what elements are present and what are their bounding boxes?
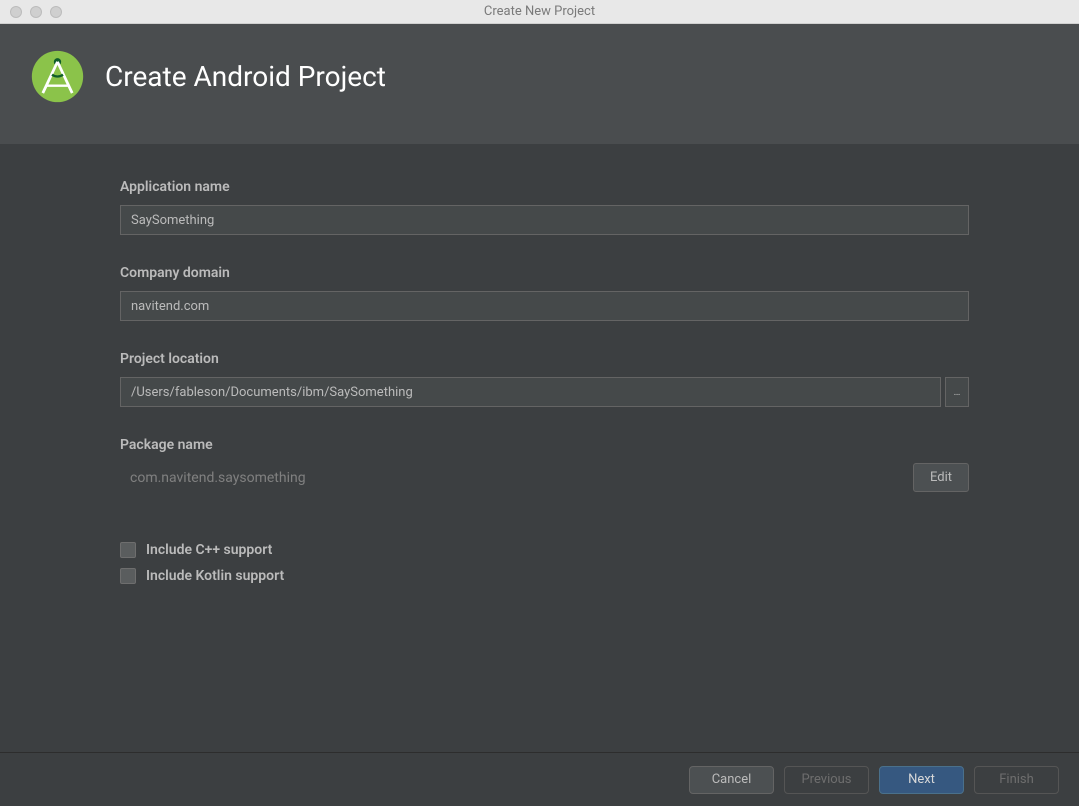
cpp-support-row: Include C++ support (120, 542, 969, 558)
company-domain-group: Company domain (120, 265, 969, 321)
page-title: Create Android Project (105, 60, 386, 93)
finish-button: Finish (974, 766, 1059, 794)
window-title: Create New Project (484, 4, 595, 19)
kotlin-support-label: Include Kotlin support (146, 568, 284, 584)
form-content: Application name Company domain Project … (0, 144, 1079, 752)
package-name-label: Package name (120, 437, 969, 453)
maximize-window-icon[interactable] (50, 6, 62, 18)
android-studio-logo-icon (30, 49, 85, 104)
package-name-value: com.navitend.saysomething (120, 470, 306, 486)
kotlin-support-row: Include Kotlin support (120, 568, 969, 584)
browse-location-button[interactable]: … (945, 377, 969, 407)
project-location-group: Project location … (120, 351, 969, 407)
application-name-group: Application name (120, 179, 969, 235)
options-group: Include C++ support Include Kotlin suppo… (120, 542, 969, 584)
wizard-footer: Cancel Previous Next Finish (0, 752, 1079, 806)
cpp-support-checkbox[interactable] (120, 542, 136, 558)
package-name-group: Package name com.navitend.saysomething E… (120, 437, 969, 492)
close-window-icon[interactable] (10, 6, 22, 18)
project-location-label: Project location (120, 351, 969, 367)
project-location-input[interactable] (120, 377, 941, 407)
window-controls (0, 6, 62, 18)
minimize-window-icon[interactable] (30, 6, 42, 18)
next-button[interactable]: Next (879, 766, 964, 794)
application-name-input[interactable] (120, 205, 969, 235)
previous-button: Previous (784, 766, 869, 794)
edit-package-button[interactable]: Edit (913, 463, 969, 492)
wizard-header: Create Android Project (0, 24, 1079, 144)
kotlin-support-checkbox[interactable] (120, 568, 136, 584)
titlebar: Create New Project (0, 0, 1079, 24)
cancel-button[interactable]: Cancel (689, 766, 774, 794)
application-name-label: Application name (120, 179, 969, 195)
cpp-support-label: Include C++ support (146, 542, 272, 558)
company-domain-input[interactable] (120, 291, 969, 321)
company-domain-label: Company domain (120, 265, 969, 281)
